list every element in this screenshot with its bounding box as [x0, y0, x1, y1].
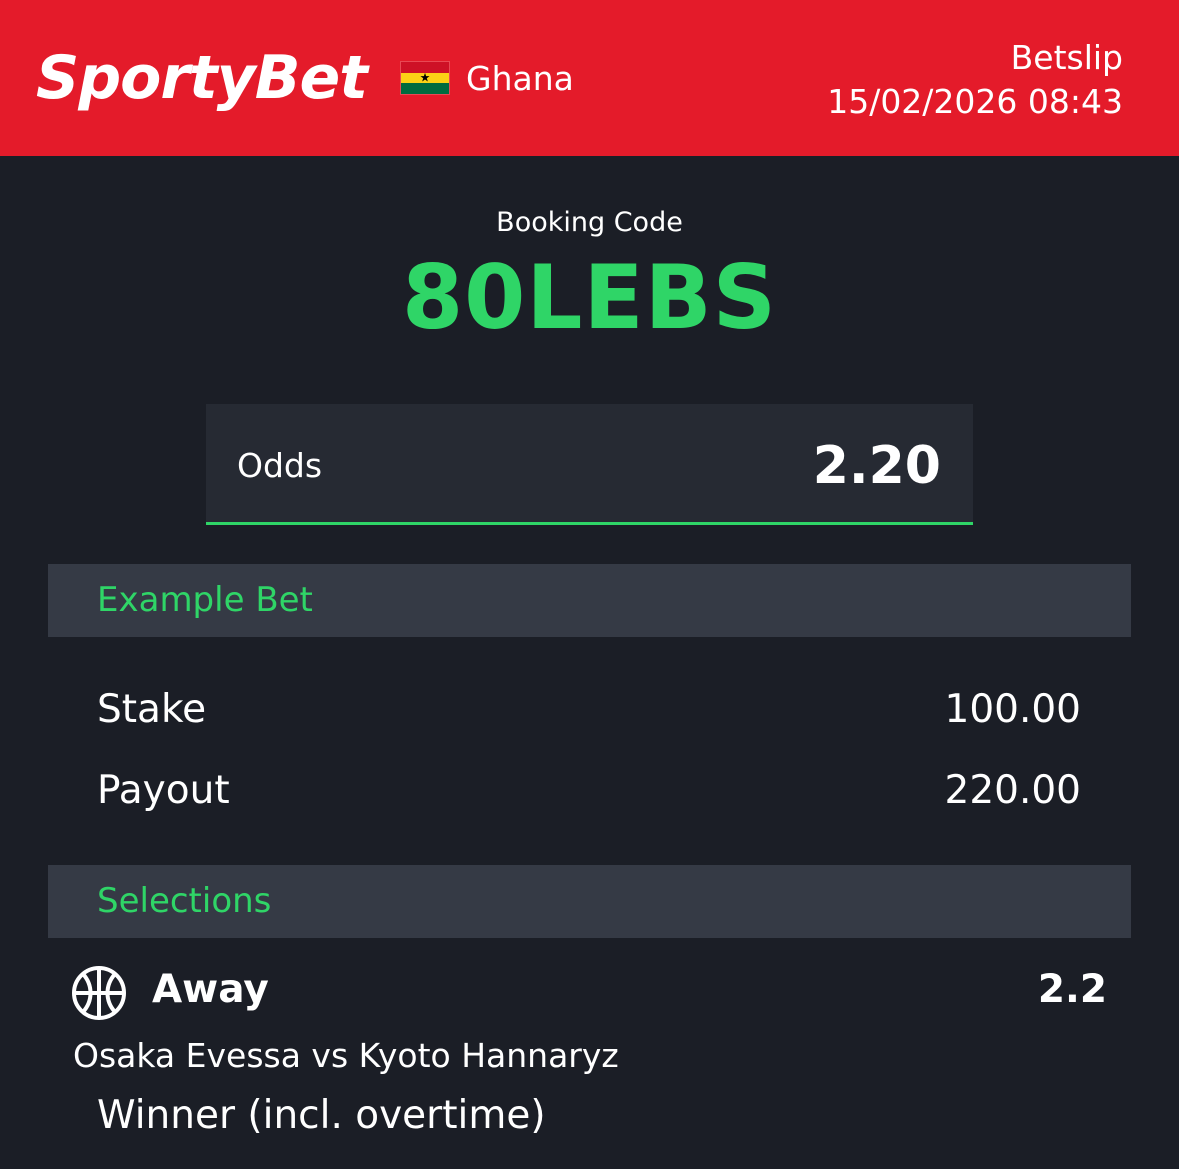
brand-logo: SportyBet	[36, 43, 368, 113]
booking-code-label: Booking Code	[496, 207, 683, 238]
page-label: Betslip	[1010, 38, 1123, 77]
selections-title: Selections	[97, 881, 272, 921]
ghana-flag-icon: ★	[400, 61, 450, 95]
payout-label: Payout	[97, 768, 230, 813]
selection-match: Osaka Evessa vs Kyoto Hannaryz	[73, 1036, 619, 1075]
odds-label: Odds	[237, 446, 323, 485]
datetime-label: 15/02/2026 08:43	[827, 82, 1123, 121]
stake-label: Stake	[97, 687, 207, 732]
selection-odds: 2.2	[1037, 967, 1107, 1012]
booking-code-value: 80LEBS	[401, 246, 778, 349]
basketball-icon	[72, 966, 126, 1020]
betslip-page: SportyBet ★ Ghana Betslip 15/02/2026 08:…	[0, 0, 1179, 1169]
odds-value: 2.20	[812, 436, 941, 496]
selection-pick: Away	[152, 967, 269, 1012]
header-info: Betslip 15/02/2026 08:43	[827, 36, 1123, 124]
example-bet-section-header: Example Bet	[48, 564, 1131, 637]
payout-value: 220.00	[944, 768, 1081, 813]
country-label: Ghana	[466, 59, 574, 98]
header-bar: SportyBet ★ Ghana Betslip 15/02/2026 08:…	[0, 0, 1179, 156]
example-bet-title: Example Bet	[97, 580, 313, 620]
selections-section-header: Selections	[48, 865, 1131, 938]
stake-value: 100.00	[944, 687, 1081, 732]
selection-market: Winner (incl. overtime)	[97, 1093, 546, 1138]
total-odds-box: Odds 2.20	[206, 404, 973, 525]
